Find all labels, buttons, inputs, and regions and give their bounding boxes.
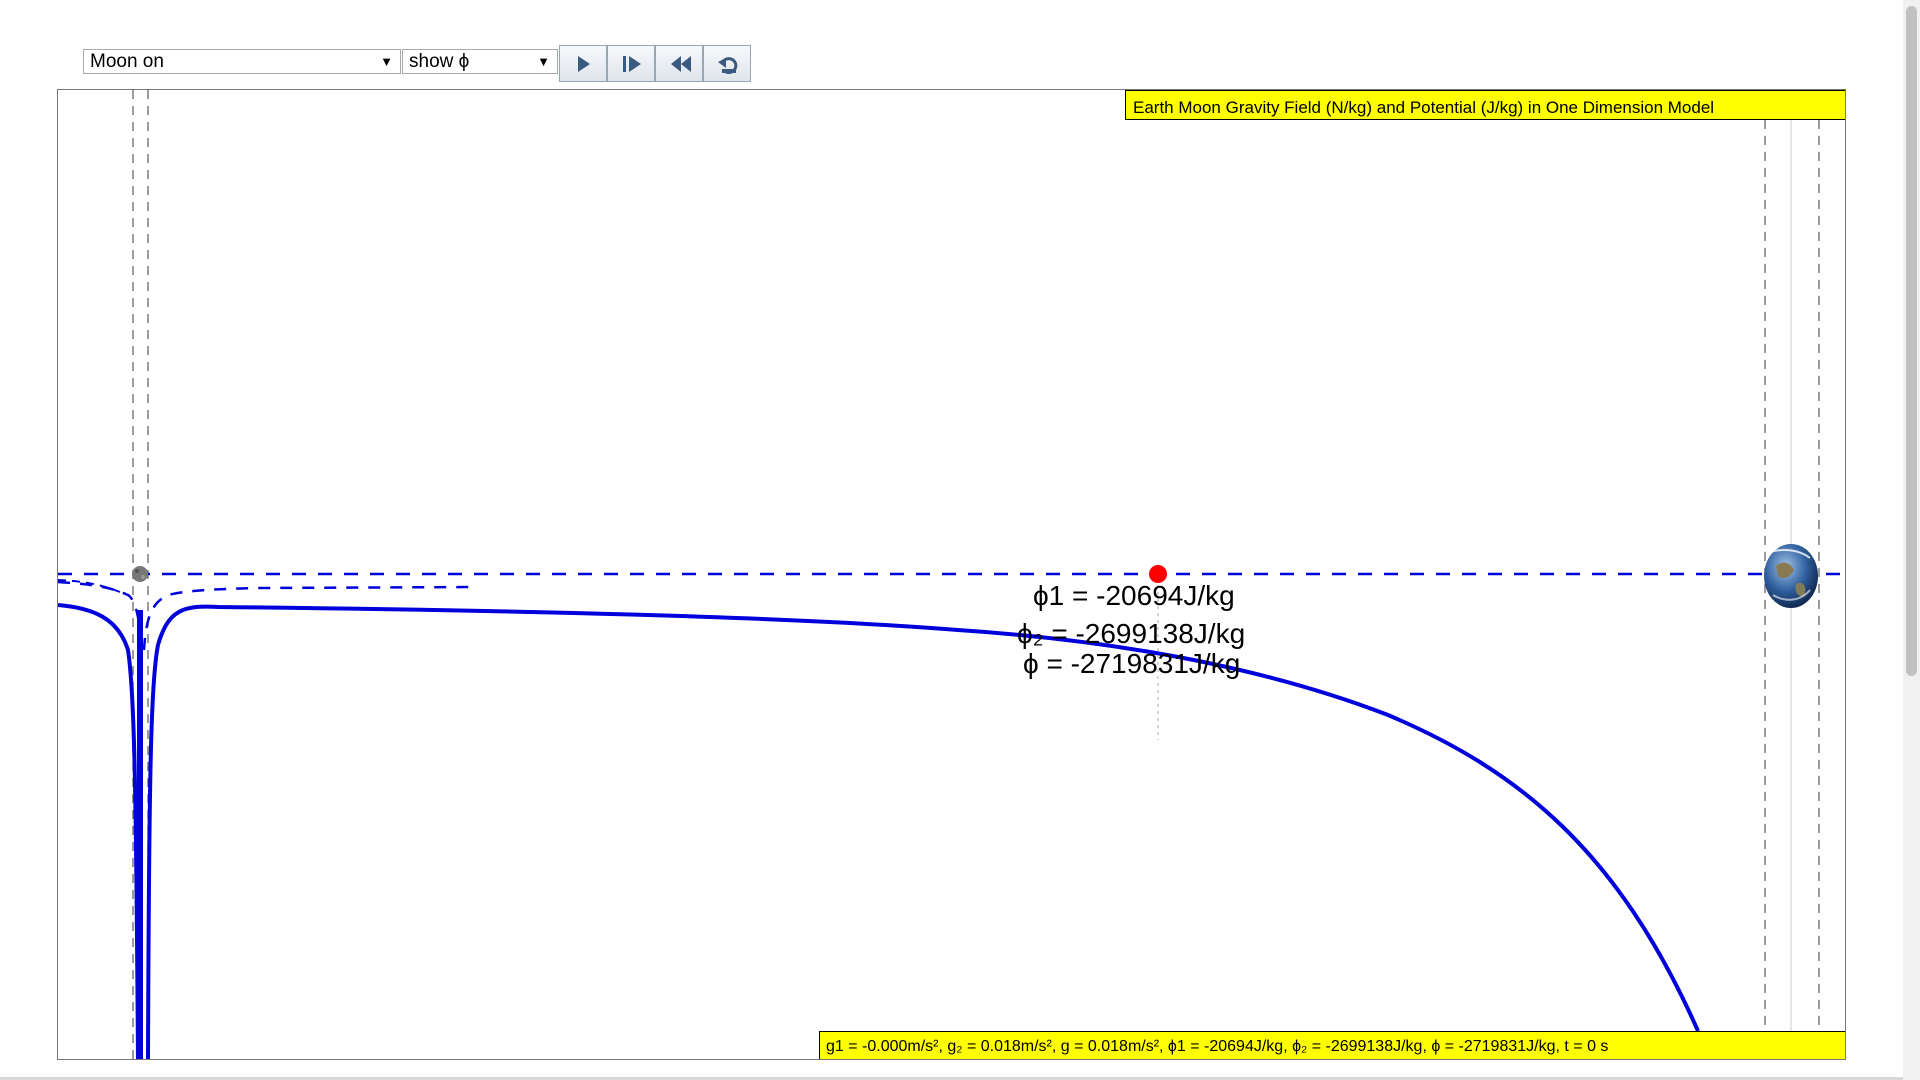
play-button[interactable] [559, 45, 607, 82]
rewind-button[interactable] [655, 45, 703, 82]
phi1-readout: ϕ1 = -20694J/kg [1033, 580, 1235, 611]
view-select-value: show ϕ [409, 51, 470, 72]
play-icon [578, 56, 590, 72]
earth-icon[interactable] [1764, 544, 1818, 608]
reset-button[interactable] [703, 45, 751, 82]
moon-select-value: Moon on [90, 51, 164, 72]
chevron-down-icon: ▼ [380, 54, 393, 69]
phi2-dashed-curve [58, 580, 479, 651]
phi2-readout: ϕ₂ = -2699138J/kg [1017, 618, 1246, 649]
potential-plot [58, 90, 1845, 1059]
step-forward-icon [623, 56, 641, 72]
moon-select[interactable]: Moon on ▼ [83, 49, 401, 74]
plot-title: Earth Moon Gravity Field (N/kg) and Pote… [1125, 90, 1845, 120]
view-select[interactable]: show ϕ ▼ [402, 49, 558, 74]
vertical-scrollbar[interactable] [1903, 0, 1920, 1080]
status-bar: g1 = -0.000m/s², g₂ = 0.018m/s², g = 0.0… [819, 1031, 1845, 1059]
step-forward-button[interactable] [607, 45, 655, 82]
rewind-icon [671, 56, 691, 72]
reset-icon [718, 57, 738, 75]
scrollbar-thumb[interactable] [1906, 6, 1917, 676]
chevron-down-icon: ▼ [537, 54, 550, 69]
simulation-canvas[interactable]: Earth Moon Gravity Field (N/kg) and Pote… [57, 89, 1846, 1060]
total-potential-curve [58, 603, 1700, 1059]
moon-icon[interactable] [132, 566, 148, 582]
phi-readout: ϕ = -2719831J/kg [1023, 648, 1241, 679]
